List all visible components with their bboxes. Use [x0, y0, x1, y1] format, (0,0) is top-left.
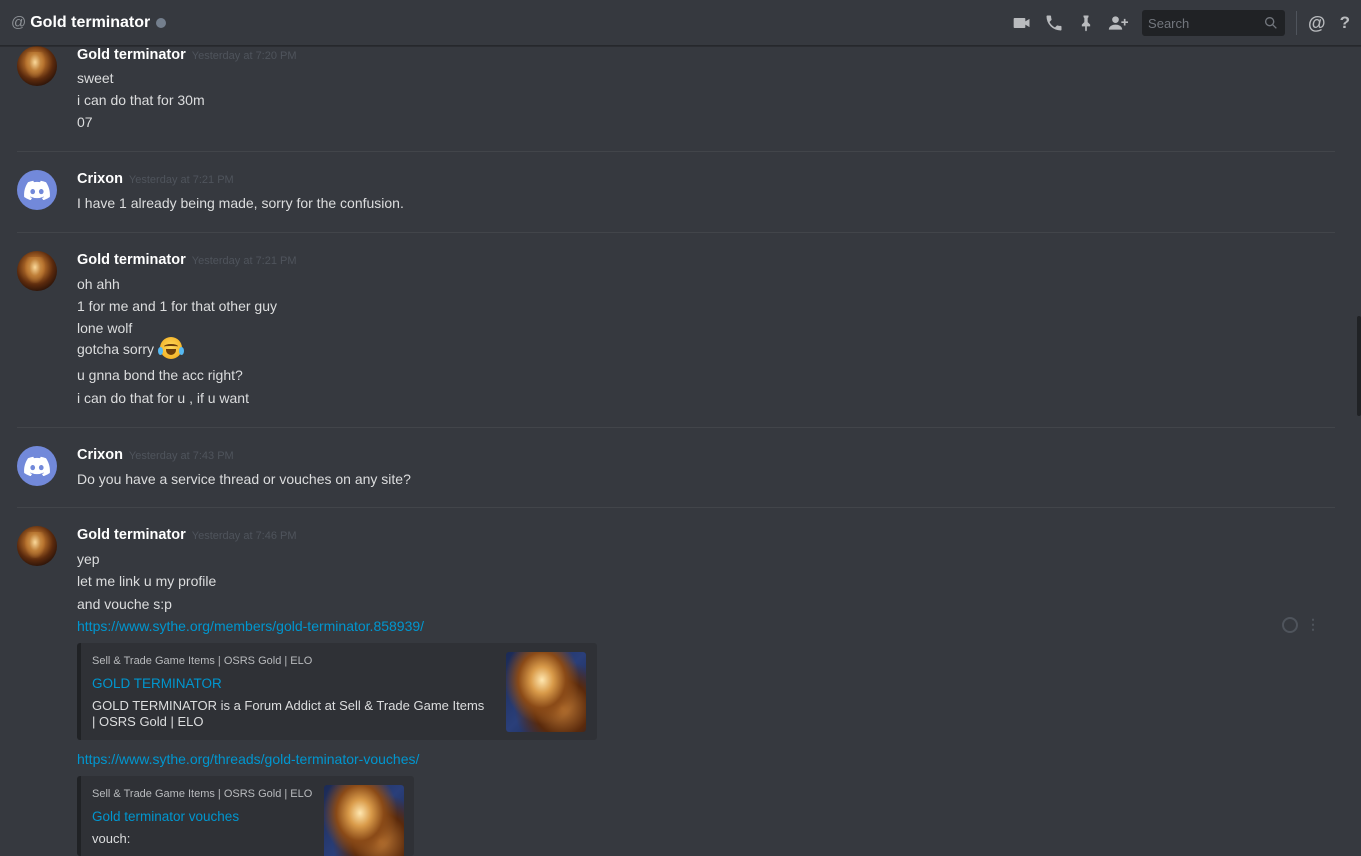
pinned-messages-icon[interactable] [1074, 11, 1098, 35]
embed-title-link[interactable]: GOLD TERMINATOR [92, 676, 222, 691]
add-reaction-icon[interactable] [1282, 616, 1298, 633]
message-text: lone wolf [77, 320, 133, 336]
embed-title-link[interactable]: Gold terminator vouches [92, 809, 239, 824]
discord-logo-icon [24, 180, 50, 200]
timestamp: Yesterday at 7:46 PM [191, 530, 297, 542]
username[interactable]: Gold terminator [77, 252, 186, 268]
tears-of-joy-emoji-icon[interactable] [157, 337, 184, 360]
link-embed: Sell & Trade Game Items | OSRS Gold | EL… [77, 643, 597, 740]
embed-description-line: GOLD TERMINATOR is a Forum Addict at Sel… [92, 698, 485, 713]
timestamp: Yesterday at 7:21 PM [128, 174, 234, 186]
discord-logo-icon [24, 456, 50, 476]
dm-at-icon: @ [11, 14, 27, 31]
message-header: Gold terminator Yesterday at 7:46 PM [77, 527, 297, 543]
username[interactable]: Crixon [77, 447, 123, 463]
link-embed: Sell & Trade Game Items | OSRS Gold | EL… [77, 776, 414, 856]
message-text: sweet [77, 70, 114, 86]
avatar[interactable] [17, 251, 57, 291]
message-header: Gold terminator Yesterday at 7:20 PM [77, 47, 297, 63]
message-list: Gold terminator Yesterday at 7:20 PM swe… [0, 46, 1361, 856]
username[interactable]: Gold terminator [77, 527, 186, 543]
scrollbar-thumb[interactable] [1357, 316, 1361, 416]
username[interactable]: Gold terminator [77, 47, 186, 63]
message-divider [17, 232, 1335, 233]
embed-thumbnail[interactable] [324, 785, 404, 856]
embed-description: vouch: [92, 831, 131, 846]
message-text: let me link u my profile [77, 573, 217, 589]
offline-status-icon [156, 18, 167, 28]
message-header: Crixon Yesterday at 7:21 PM [77, 171, 234, 187]
avatar[interactable] [17, 526, 57, 566]
message-header: Gold terminator Yesterday at 7:21 PM [77, 252, 297, 268]
message-text: u gnna bond the acc right? [77, 367, 243, 383]
message-text: yep [77, 551, 100, 567]
embed-provider: Sell & Trade Game Items | OSRS Gold | EL… [92, 788, 313, 800]
message-text: and vouche s:p [77, 596, 172, 612]
header-toolbar: @ ? [1010, 0, 1361, 46]
username[interactable]: Crixon [77, 171, 123, 187]
timestamp: Yesterday at 7:20 PM [191, 50, 297, 62]
help-icon[interactable]: ? [1340, 13, 1350, 33]
message-text: i can do that for u , if u want [77, 390, 249, 406]
message-text-with-emoji: gotcha sorry [77, 337, 184, 360]
message-text: 07 [77, 114, 93, 130]
message-text: 1 for me and 1 for that other guy [77, 298, 278, 314]
more-options-icon[interactable]: ⋮ [1306, 616, 1320, 633]
message-text: oh ahh [77, 276, 120, 292]
timestamp: Yesterday at 7:21 PM [191, 255, 297, 267]
mentions-icon[interactable]: @ [1308, 13, 1326, 34]
voice-call-icon[interactable] [1042, 11, 1066, 35]
message-text: i can do that for 30m [77, 92, 205, 108]
channel-title: Gold terminator [30, 13, 151, 31]
profile-link[interactable]: https://www.sythe.org/members/gold-termi… [77, 618, 424, 634]
search-field[interactable] [1142, 10, 1286, 36]
message-divider [17, 507, 1335, 508]
header-divider [1296, 11, 1298, 35]
timestamp: Yesterday at 7:43 PM [128, 450, 234, 462]
message-text: Do you have a service thread or vouches … [77, 471, 411, 487]
add-friend-to-dm-icon[interactable] [1106, 11, 1130, 35]
message-header: Crixon Yesterday at 7:43 PM [77, 447, 234, 463]
vouches-thread-link[interactable]: https://www.sythe.org/threads/gold-termi… [77, 751, 419, 767]
video-call-icon[interactable] [1010, 11, 1034, 35]
channel-header: @ Gold terminator @ ? [0, 0, 1361, 46]
message-divider [17, 427, 1335, 428]
embed-description: GOLD TERMINATOR is a Forum Addict at Sel… [92, 698, 492, 730]
search-input[interactable] [1148, 15, 1264, 31]
message-actions: ⋮ [1282, 616, 1320, 633]
avatar[interactable] [17, 46, 57, 86]
message-text: I have 1 already being made, sorry for t… [77, 195, 404, 211]
search-icon [1265, 17, 1277, 29]
avatar[interactable] [17, 170, 57, 210]
embed-description-line: | OSRS Gold | ELO [92, 714, 204, 729]
embed-provider: Sell & Trade Game Items | OSRS Gold | EL… [92, 655, 313, 667]
embed-thumbnail[interactable] [506, 652, 586, 732]
message-text: gotcha sorry [77, 341, 155, 357]
avatar[interactable] [17, 446, 57, 486]
message-divider [17, 151, 1335, 152]
